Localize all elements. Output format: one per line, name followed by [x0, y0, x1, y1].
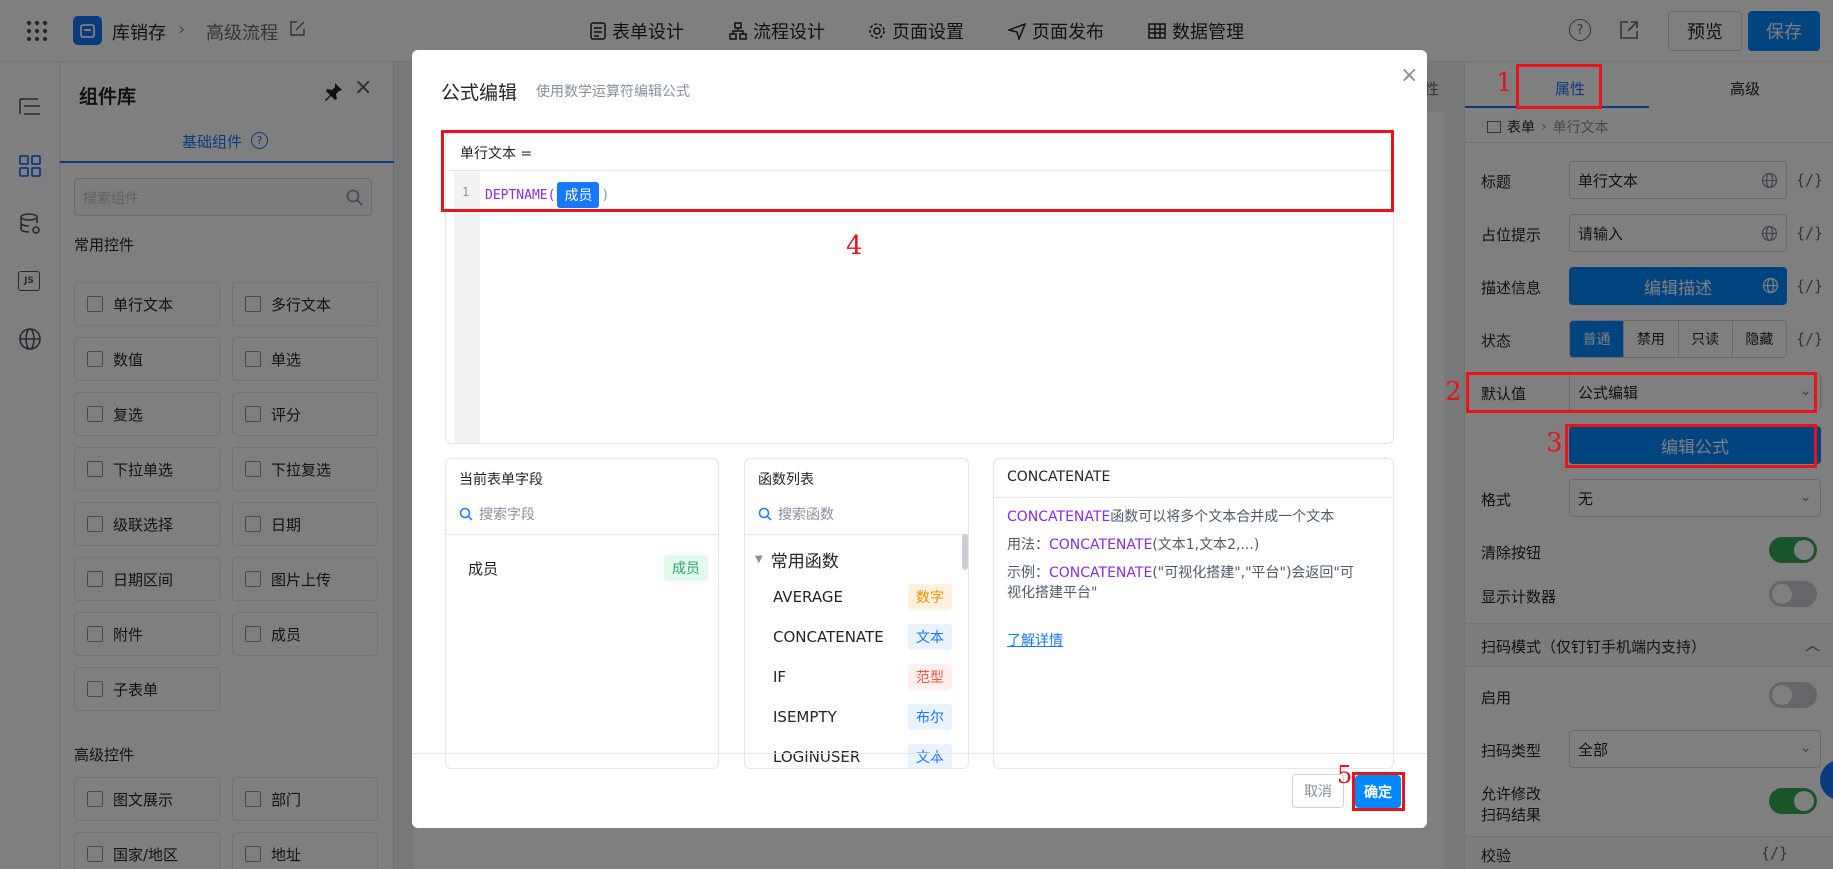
- dialog-subtitle: 使用数学运算符编辑公式: [536, 84, 690, 100]
- annotation-number-1: 1: [1496, 68, 1513, 98]
- fields-title: 当前表单字段: [459, 472, 543, 488]
- divider: [745, 534, 968, 535]
- example-text-line2: 视化搭建平台": [1007, 585, 1098, 601]
- function-item[interactable]: CONCATENATE 文本: [745, 617, 968, 657]
- function-list-panel: 函数列表 搜索函数 ▼ 常用函数 AVERAGE 数字 CONCATENATE 文本 I…: [744, 458, 969, 769]
- field-item-name: 成员: [468, 559, 499, 578]
- description-function-name: CONCATENATE: [1007, 509, 1111, 525]
- function-type-tag: 文本: [908, 624, 952, 650]
- line-number: 1: [462, 185, 470, 199]
- description-text: 函数可以将多个文本合并成一个文本: [1110, 509, 1335, 525]
- function-search-input[interactable]: 搜索函数: [758, 504, 834, 524]
- search-icon: [459, 507, 473, 521]
- usage-args: (文本1,文本2,...): [1152, 537, 1260, 553]
- current-fields-panel: 当前表单字段 搜索字段 成员 成员: [445, 458, 719, 769]
- description-title: CONCATENATE: [1007, 469, 1111, 485]
- learn-more-link[interactable]: 了解详情: [1007, 630, 1063, 650]
- divider: [446, 534, 718, 535]
- formula-header-text: 单行文本 =: [460, 146, 533, 162]
- annotation-number-2: 2: [1445, 377, 1462, 407]
- function-item[interactable]: IF 范型: [745, 657, 968, 697]
- formula-editor[interactable]: 单行文本 = 1 DEPTNAME( 成员 ): [445, 133, 1394, 444]
- close-icon[interactable]: ×: [1400, 63, 1418, 88]
- formula-function-name: DEPTNAME(: [485, 187, 556, 203]
- formula-close-paren: ): [601, 187, 610, 203]
- function-name: ISEMPTY: [773, 708, 837, 726]
- function-type-tag: 布尔: [908, 704, 952, 730]
- usage-function-name: CONCATENATE: [1049, 537, 1153, 553]
- function-item[interactable]: ISEMPTY 布尔: [745, 697, 968, 737]
- dialog-footer-divider: [412, 753, 1427, 754]
- field-item[interactable]: 成员 成员: [446, 551, 718, 585]
- usage-prefix: 用法：: [1007, 537, 1049, 553]
- field-search-input[interactable]: 搜索字段: [459, 504, 535, 524]
- example-function-name: CONCATENATE: [1049, 565, 1153, 581]
- caret-down-icon: ▼: [755, 554, 763, 565]
- formula-editor-dialog: 公式编辑 使用数学运算符编辑公式 × 单行文本 = 1 DEPTNAME( 成员…: [412, 50, 1427, 828]
- function-type-tag: 范型: [908, 664, 952, 690]
- example-prefix: 示例：: [1007, 565, 1049, 581]
- function-description-panel: CONCATENATE CONCATENATE函数可以将多个文本合并成一个文本 …: [993, 458, 1394, 769]
- field-search-placeholder: 搜索字段: [479, 507, 535, 523]
- example-text-line1: ("可视化搭建","平台")会返回"可: [1152, 565, 1354, 581]
- description-example: 示例：CONCATENATE("可视化搭建","平台")会返回"可: [1007, 562, 1354, 582]
- formula-code-line[interactable]: DEPTNAME( 成员 ): [485, 182, 609, 208]
- line-gutter: 1: [454, 171, 480, 443]
- function-group[interactable]: ▼ 常用函数: [755, 547, 839, 572]
- formula-field-chip[interactable]: 成员: [557, 182, 600, 208]
- annotation-number-5: 5: [1337, 761, 1353, 789]
- ok-button[interactable]: 确定: [1355, 775, 1401, 808]
- function-name: IF: [773, 668, 787, 686]
- function-group-label: 常用函数: [770, 552, 839, 572]
- function-name: AVERAGE: [773, 588, 843, 606]
- search-icon: [758, 507, 772, 521]
- function-item[interactable]: AVERAGE 数字: [745, 577, 968, 617]
- function-type-tag: 文本: [908, 744, 952, 768]
- dialog-title: 公式编辑: [441, 82, 518, 104]
- functions-title: 函数列表: [758, 472, 814, 488]
- annotation-number-3: 3: [1546, 428, 1563, 458]
- function-name: CONCATENATE: [773, 628, 884, 646]
- function-search-placeholder: 搜索函数: [778, 507, 834, 523]
- function-type-tag: 数字: [908, 584, 952, 610]
- function-name: LOGINUSER: [773, 748, 861, 766]
- scrollbar[interactable]: [962, 534, 968, 570]
- annotation-number-4: 4: [846, 231, 863, 261]
- formula-header: 单行文本 =: [446, 134, 1393, 171]
- field-item-tag: 成员: [664, 555, 708, 581]
- divider: [994, 497, 1393, 498]
- description-usage: 用法：CONCATENATE(文本1,文本2,...): [1007, 534, 1259, 554]
- description-summary: CONCATENATE函数可以将多个文本合并成一个文本: [1007, 506, 1334, 526]
